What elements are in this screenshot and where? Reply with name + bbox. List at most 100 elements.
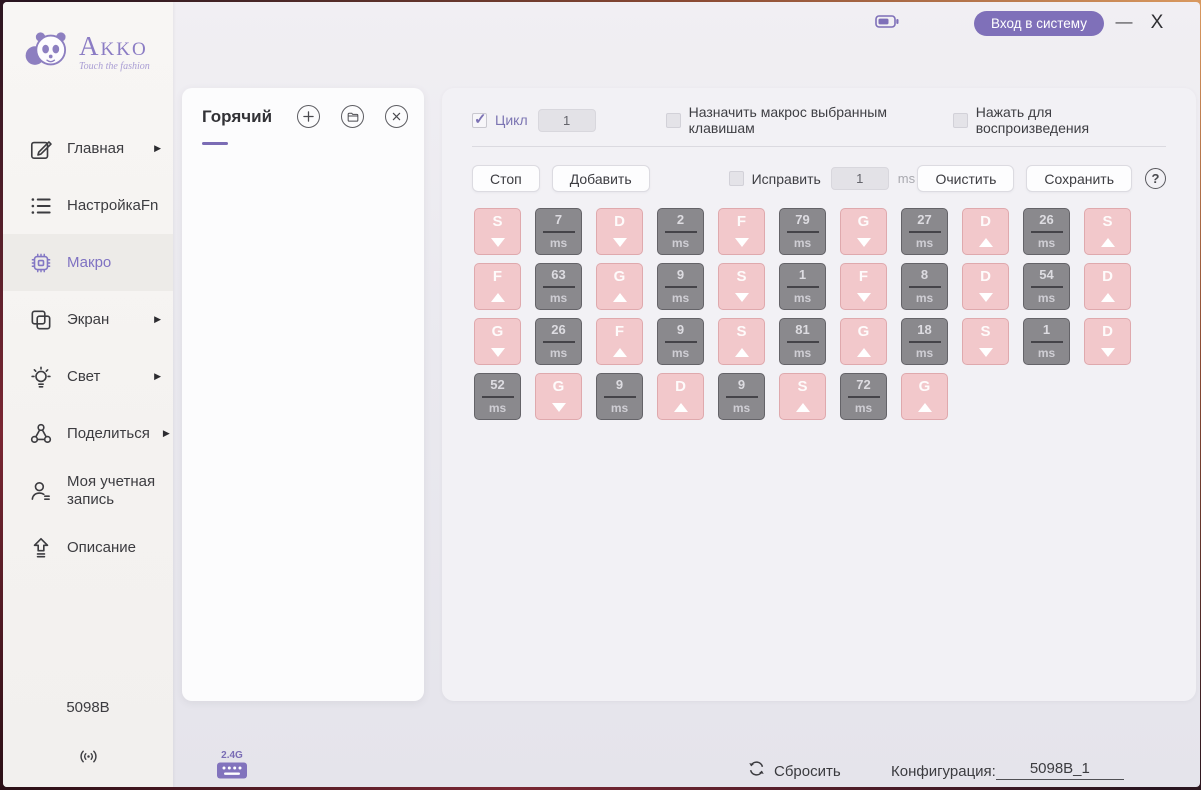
macro-key-F-up[interactable]: F bbox=[474, 263, 521, 310]
sidebar-item-share[interactable]: Поделиться ▶ bbox=[3, 405, 173, 462]
sidebar: Akko Touch the fashion Главная ▶ Настройка… bbox=[3, 2, 173, 787]
screens-icon bbox=[27, 306, 54, 333]
help-icon[interactable]: ? bbox=[1145, 168, 1166, 189]
macro-key-S-up[interactable]: S bbox=[718, 318, 765, 365]
macro-key-G-up[interactable]: G bbox=[840, 318, 887, 365]
save-button[interactable]: Сохранить bbox=[1026, 165, 1132, 192]
cycle-checkbox[interactable] bbox=[472, 110, 487, 128]
sidebar-item-label: НастройкаFn bbox=[67, 196, 159, 214]
sidebar-item-light[interactable]: Свет ▶ bbox=[3, 348, 173, 405]
reset-button[interactable]: Сбросить bbox=[747, 759, 841, 783]
macro-delay[interactable]: 72 ms bbox=[840, 373, 887, 420]
macro-key-G-down[interactable]: G bbox=[840, 208, 887, 255]
device-model: 5098B bbox=[66, 699, 110, 716]
cycle-checkbox-group[interactable]: Цикл bbox=[472, 110, 528, 128]
macro-key-G-up[interactable]: G bbox=[901, 373, 948, 420]
macro-delay[interactable]: 27 ms bbox=[901, 208, 948, 255]
macro-delay[interactable]: 63 ms bbox=[535, 263, 582, 310]
press-to-play-checkbox-group[interactable]: Нажать для воспроизведения bbox=[952, 104, 1166, 136]
delay-value: 9 bbox=[676, 322, 685, 337]
macro-delay[interactable]: 7 ms bbox=[535, 208, 582, 255]
cycle-label: Цикл bbox=[495, 112, 528, 128]
login-button[interactable]: Вход в систему bbox=[974, 11, 1104, 36]
macro-key-S-down[interactable]: S bbox=[962, 318, 1009, 365]
fix-delay-input[interactable] bbox=[830, 167, 889, 190]
macro-key-F-down[interactable]: F bbox=[718, 208, 765, 255]
macro-delay[interactable]: 1 ms bbox=[779, 263, 826, 310]
macro-delay[interactable]: 54 ms bbox=[1023, 263, 1070, 310]
close-circle-icon[interactable] bbox=[385, 105, 408, 128]
macro-delay[interactable]: 26 ms bbox=[1023, 208, 1070, 255]
macro-delay[interactable]: 9 ms bbox=[596, 373, 643, 420]
macro-key-G-up[interactable]: G bbox=[596, 263, 643, 310]
sidebar-item-screen[interactable]: Экран ▶ bbox=[3, 291, 173, 348]
reset-label: Сбросить bbox=[774, 762, 841, 780]
press-to-play-checkbox[interactable] bbox=[952, 112, 968, 128]
macro-delay[interactable]: 9 ms bbox=[657, 263, 704, 310]
macro-key-S-up[interactable]: S bbox=[779, 373, 826, 420]
macro-key-D-down[interactable]: D bbox=[1084, 318, 1131, 365]
divider bbox=[603, 395, 636, 398]
macro-list-panel: Горячий bbox=[182, 88, 424, 701]
macro-delay[interactable]: 9 ms bbox=[657, 318, 704, 365]
macro-key-D-up[interactable]: D bbox=[657, 373, 704, 420]
arrow-down-icon bbox=[856, 293, 871, 302]
macro-key-G-down[interactable]: G bbox=[474, 318, 521, 365]
macro-key-S-up[interactable]: S bbox=[1084, 208, 1131, 255]
macro-key-D-down[interactable]: D bbox=[596, 208, 643, 255]
divider bbox=[908, 285, 941, 288]
macro-key-S-down[interactable]: S bbox=[474, 208, 521, 255]
divider bbox=[786, 340, 819, 343]
clear-button[interactable]: Очистить bbox=[917, 165, 1015, 192]
config-name-input[interactable] bbox=[995, 760, 1124, 780]
delay-unit: ms bbox=[671, 291, 690, 305]
arrow-up-icon bbox=[917, 403, 932, 412]
minimize-button[interactable]: — bbox=[1111, 8, 1137, 36]
macro-key-D-up[interactable]: D bbox=[1084, 263, 1131, 310]
macro-key-D-down[interactable]: D bbox=[962, 263, 1009, 310]
add-button[interactable]: Добавить bbox=[551, 165, 650, 192]
sidebar-item-home[interactable]: Главная ▶ bbox=[3, 120, 173, 177]
macro-delay[interactable]: 52 ms bbox=[474, 373, 521, 420]
upload-icon bbox=[27, 534, 54, 561]
macro-delay[interactable]: 9 ms bbox=[718, 373, 765, 420]
key-letter: D bbox=[980, 268, 991, 285]
stop-button[interactable]: Стоп bbox=[472, 165, 540, 192]
folder-circle-icon[interactable] bbox=[341, 105, 364, 128]
delay-value: 79 bbox=[795, 212, 810, 227]
plus-circle-icon[interactable] bbox=[297, 105, 320, 128]
macro-key-G-down[interactable]: G bbox=[535, 373, 582, 420]
active-group-indicator bbox=[202, 142, 228, 145]
macro-key-S-down[interactable]: S bbox=[718, 263, 765, 310]
sidebar-item-account[interactable]: Моя учетная запись bbox=[3, 462, 173, 519]
delay-unit: ms bbox=[854, 401, 873, 415]
sidebar-item-fn[interactable]: НастройкаFn bbox=[3, 177, 173, 234]
fix-checkbox-group[interactable]: Исправить bbox=[728, 171, 821, 187]
macro-key-D-up[interactable]: D bbox=[962, 208, 1009, 255]
arrow-up-icon bbox=[612, 293, 627, 302]
sidebar-item-about[interactable]: Описание bbox=[3, 519, 173, 576]
macro-delay[interactable]: 18 ms bbox=[901, 318, 948, 365]
macro-key-F-down[interactable]: F bbox=[840, 263, 887, 310]
macro-delay[interactable]: 8 ms bbox=[901, 263, 948, 310]
macro-delay[interactable]: 2 ms bbox=[657, 208, 704, 255]
macro-delay[interactable]: 79 ms bbox=[779, 208, 826, 255]
assign-checkbox[interactable] bbox=[665, 112, 681, 128]
cycle-count-input[interactable] bbox=[537, 108, 596, 132]
delay-value: 27 bbox=[917, 212, 932, 227]
macro-group-title: Горячий bbox=[202, 106, 273, 126]
sidebar-item-macro[interactable]: Макро bbox=[3, 234, 173, 291]
close-button[interactable]: X bbox=[1143, 9, 1171, 37]
macro-delay[interactable]: 1 ms bbox=[1023, 318, 1070, 365]
delay-value: 26 bbox=[1039, 212, 1054, 227]
sidebar-item-label: Описание bbox=[67, 538, 137, 556]
bulb-icon bbox=[27, 363, 54, 390]
macro-delay[interactable]: 81 ms bbox=[779, 318, 826, 365]
fix-checkbox[interactable] bbox=[728, 171, 744, 186]
delay-value: 81 bbox=[795, 322, 810, 337]
divider bbox=[542, 230, 575, 233]
assign-checkbox-group[interactable]: Назначить макрос выбранным клавишам bbox=[665, 104, 953, 136]
macro-delay[interactable]: 26 ms bbox=[535, 318, 582, 365]
connection-2-4g-button[interactable]: 2.4G bbox=[216, 751, 248, 780]
macro-key-F-up[interactable]: F bbox=[596, 318, 643, 365]
